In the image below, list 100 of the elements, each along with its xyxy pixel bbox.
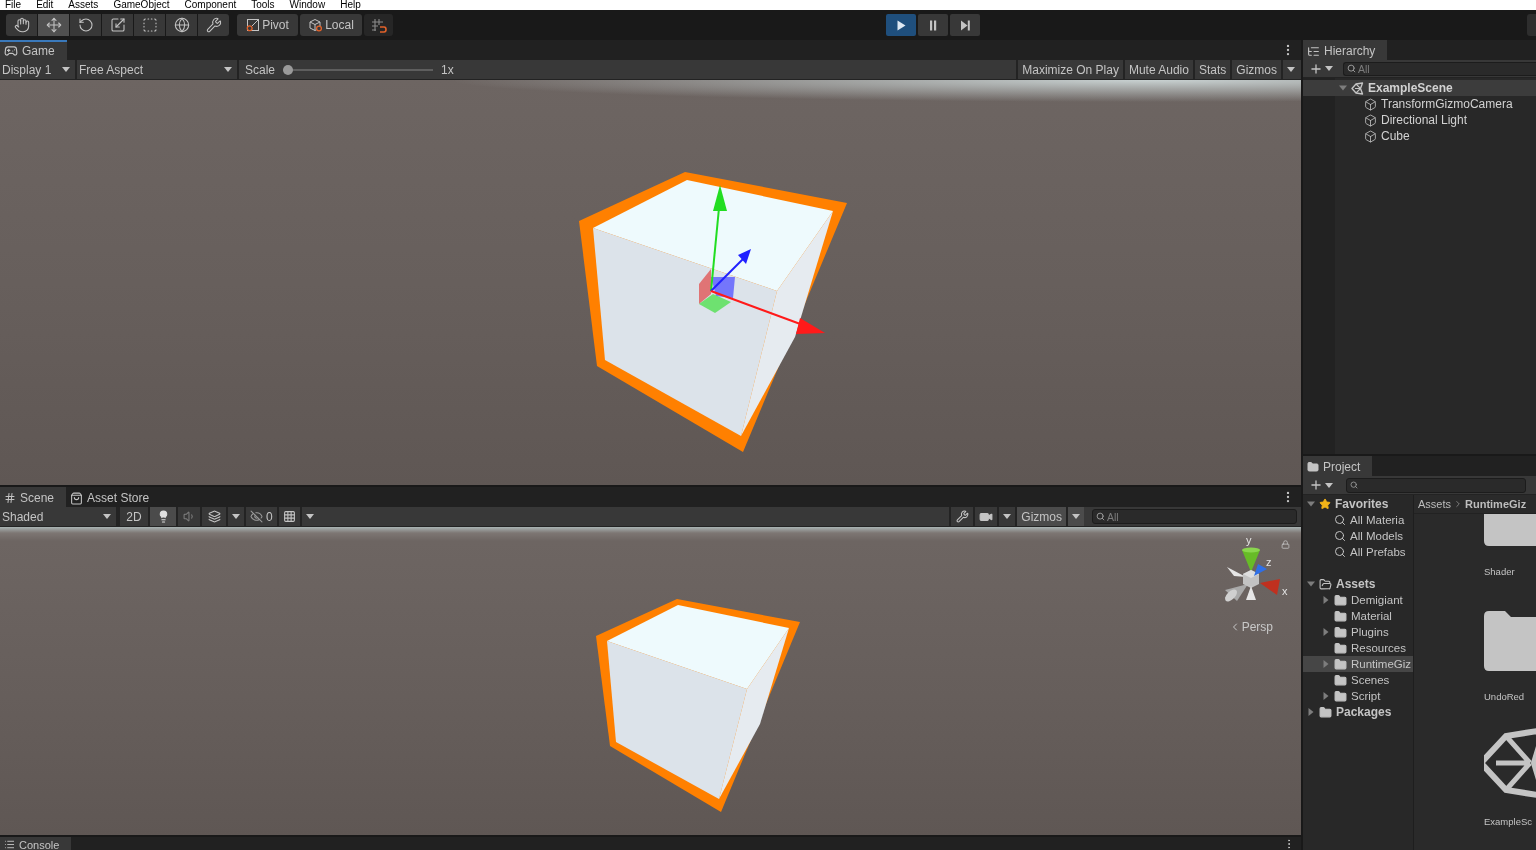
disclosure-triangle-icon[interactable] (1307, 500, 1315, 508)
asset-name: UndoRed (1484, 690, 1525, 704)
grid-icon (282, 510, 296, 523)
caret-icon (232, 514, 240, 519)
plus-icon (1309, 61, 1323, 76)
gamepad-icon (4, 44, 18, 58)
hierarchy-item[interactable]: Directional Light (1303, 112, 1536, 128)
asset-name: Shader (1484, 565, 1515, 579)
speaker-icon (182, 510, 196, 523)
search-icon (1096, 512, 1105, 521)
tree-item[interactable]: Assets (1303, 576, 1413, 592)
tree-item[interactable]: Resources (1303, 640, 1413, 656)
wrench-icon (205, 17, 222, 33)
panel-tab[interactable]: Console (0, 837, 72, 850)
playback-button[interactable] (950, 14, 980, 36)
tree-item[interactable]: All Materia (1303, 512, 1413, 528)
tool-button[interactable] (134, 14, 165, 36)
hierarchy-item[interactable]: Cube (1303, 128, 1536, 144)
folder-icon (1334, 673, 1347, 687)
panel-tab[interactable]: Hierarchy (1303, 40, 1388, 60)
chevron-right-icon (1453, 499, 1463, 509)
pivot-icon (246, 18, 261, 32)
tool-button[interactable] (198, 14, 229, 36)
eye-off-icon (250, 510, 263, 523)
move-gizmo-drawing[interactable] (699, 185, 825, 334)
tree-item[interactable]: Material (1303, 608, 1413, 624)
toggle-button[interactable]: Gizmos (1015, 507, 1066, 526)
caret-icon (62, 67, 70, 72)
folder-icon (1334, 625, 1347, 639)
caret-icon (1072, 514, 1080, 519)
asset-name: ExampleSc (1484, 815, 1533, 829)
tool-button[interactable] (102, 14, 133, 36)
folder-icon (1319, 705, 1332, 719)
breadcrumb-link[interactable]: Assets (1418, 498, 1451, 510)
tool-button[interactable] (70, 14, 101, 36)
playback-button[interactable] (918, 14, 948, 36)
search-field[interactable] (1346, 477, 1526, 493)
caret-icon (103, 514, 111, 519)
playback-button[interactable] (886, 14, 916, 36)
tool-button[interactable] (6, 14, 37, 36)
tree-item[interactable]: Packages (1303, 704, 1413, 720)
menu-item[interactable]: File (5, 0, 22, 10)
axis-label: y (1246, 534, 1252, 546)
tree-item[interactable]: Favorites (1303, 496, 1413, 512)
star-icon (1319, 498, 1331, 510)
disclosure-triangle-icon[interactable] (1322, 596, 1330, 604)
disclosure-triangle-icon[interactable] (1322, 692, 1330, 700)
tree-item[interactable]: All Models (1303, 528, 1413, 544)
toolbar-button[interactable] (364, 14, 393, 36)
panel-tab[interactable]: Project (1303, 456, 1373, 476)
panel-tab[interactable]: Asset Store (66, 487, 162, 507)
menu-item[interactable]: Edit (36, 0, 54, 10)
slider-track[interactable] (283, 64, 434, 75)
scale-label: Scale (245, 62, 276, 77)
cube[interactable] (596, 599, 800, 812)
panel-tab[interactable]: Game (0, 40, 67, 60)
menu-item[interactable]: Tools (251, 0, 275, 10)
folder-icon (1334, 641, 1347, 655)
disclosure-triangle-icon[interactable] (1339, 84, 1347, 92)
disclosure-triangle-icon[interactable] (1307, 580, 1315, 588)
search-icon (1334, 514, 1346, 526)
caret-icon (305, 514, 314, 519)
tree-item[interactable]: Demigiant (1303, 592, 1413, 608)
menu-item[interactable]: Help (340, 0, 361, 10)
toolbar-button[interactable]: Pivot (237, 14, 298, 36)
panel-tab[interactable]: Scene (0, 487, 67, 507)
rotate-icon (77, 17, 94, 33)
toolbar-button[interactable]: Local (300, 14, 362, 36)
caret-icon (224, 67, 232, 72)
tree-item[interactable]: Scenes (1303, 672, 1413, 688)
folder-icon (1334, 657, 1347, 671)
projection-button[interactable]: Persp (1228, 620, 1273, 634)
menu-item[interactable]: Window (289, 0, 326, 10)
dropdown-button[interactable] (1066, 507, 1084, 526)
tool-button[interactable] (166, 14, 197, 36)
tree-item[interactable]: All Prefabs (1303, 544, 1413, 560)
tree-item[interactable]: Script (1303, 688, 1413, 704)
cube[interactable] (579, 172, 847, 452)
tool-button[interactable] (38, 14, 69, 36)
lock-icon[interactable] (1281, 540, 1290, 549)
disclosure-triangle-icon[interactable] (1307, 708, 1315, 716)
scale-value: 1x (441, 62, 454, 77)
slider-thumb[interactable] (283, 64, 294, 75)
menu-item[interactable]: Component (184, 0, 237, 10)
tree-item[interactable]: Plugins (1303, 624, 1413, 640)
search-field[interactable]: All (1343, 61, 1536, 76)
tree-item[interactable]: RuntimeGiz (1303, 656, 1413, 672)
hierarchy-item[interactable]: TransformGizmoCamera (1303, 96, 1536, 112)
logo-icon[interactable] (1484, 728, 1536, 798)
menu-item[interactable]: Assets (68, 0, 99, 10)
search-field[interactable]: All (1092, 509, 1297, 524)
menu-item[interactable]: GameObject (113, 0, 170, 10)
scene-header[interactable]: ExampleScene (1303, 80, 1536, 96)
orientation-gizmo-drawing[interactable] (1225, 547, 1280, 602)
toggle-button[interactable] (148, 507, 176, 526)
folder-icon (1334, 689, 1347, 703)
search-icon (1347, 64, 1356, 73)
disclosure-triangle-icon[interactable] (1322, 628, 1330, 636)
grid-snap-icon (370, 17, 387, 33)
breadcrumb-link[interactable]: RuntimeGiz (1465, 498, 1527, 510)
